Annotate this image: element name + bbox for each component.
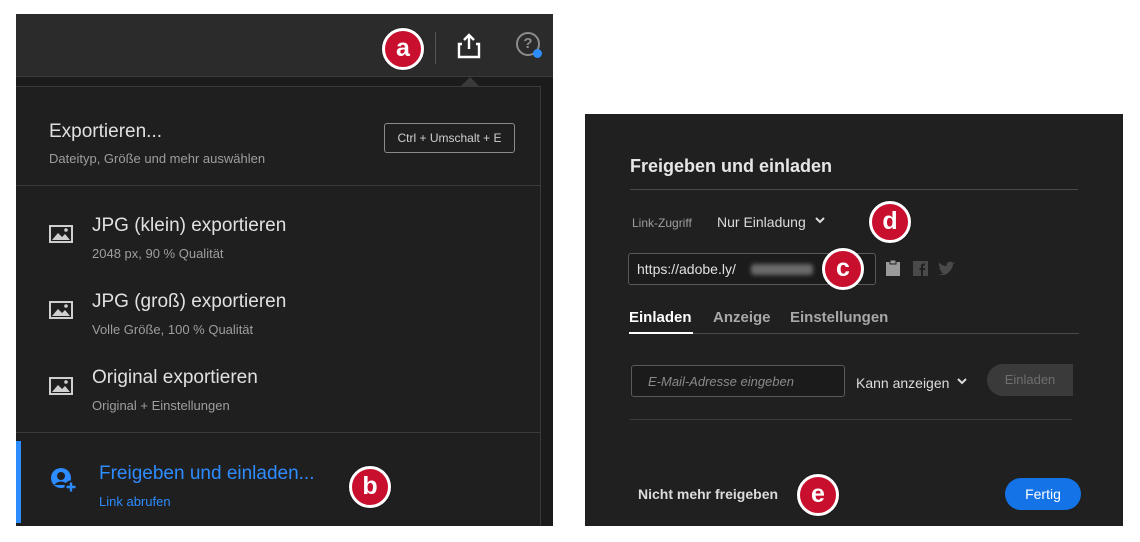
export-item-subtitle: Original + Einstellungen bbox=[92, 398, 230, 413]
stop-sharing-link[interactable]: Nicht mehr freigeben bbox=[638, 486, 778, 502]
share-icon[interactable] bbox=[456, 32, 482, 60]
image-icon bbox=[49, 377, 73, 395]
export-item-subtitle: 2048 px, 90 % Qualität bbox=[92, 246, 224, 261]
export-menu-item[interactable]: Exportieren... Dateityp, Größe und mehr … bbox=[16, 87, 540, 186]
chevron-down-icon[interactable] bbox=[814, 214, 826, 226]
title-divider bbox=[630, 189, 1078, 190]
dialog-title: Freigeben und einladen bbox=[630, 156, 833, 176]
shortcut-badge: Ctrl + Umschalt + E bbox=[384, 123, 515, 153]
tab-settings[interactable]: Einstellungen bbox=[790, 309, 888, 326]
export-share-menu-panel: ? Exportieren... Dateityp, Größe und meh… bbox=[16, 14, 553, 526]
export-original-item[interactable]: Original exportieren Original + Einstell… bbox=[16, 353, 540, 427]
email-placeholder: E-Mail-Adresse eingeben bbox=[648, 374, 794, 389]
export-menu: Exportieren... Dateityp, Größe und mehr … bbox=[16, 86, 541, 526]
section-divider bbox=[630, 419, 1072, 420]
menu-pointer bbox=[461, 77, 479, 86]
image-icon bbox=[49, 301, 73, 319]
twitter-icon[interactable] bbox=[937, 261, 957, 277]
tab-view[interactable]: Anzeige bbox=[713, 309, 771, 326]
done-button[interactable]: Fertig bbox=[1005, 478, 1081, 510]
top-toolbar: ? bbox=[16, 14, 553, 77]
notification-dot bbox=[533, 49, 542, 58]
share-invite-dialog: Freigeben und einladen Link-Zugriff Nur … bbox=[585, 114, 1123, 526]
share-invite-menu-item[interactable]: Freigeben und einladen... Link abrufen bbox=[16, 432, 540, 526]
link-access-dropdown[interactable]: Nur Einladung bbox=[717, 214, 806, 230]
export-subtitle: Dateityp, Größe und mehr auswählen bbox=[49, 151, 266, 166]
facebook-icon[interactable] bbox=[913, 261, 928, 276]
redacted-link-part bbox=[751, 264, 813, 275]
export-title: Exportieren... bbox=[49, 121, 162, 142]
person-add-icon bbox=[51, 468, 78, 494]
permission-dropdown[interactable]: Kann anzeigen bbox=[856, 375, 949, 391]
link-access-label: Link-Zugriff bbox=[632, 216, 692, 230]
callout-marker-b: b bbox=[349, 466, 391, 508]
tab-invite[interactable]: Einladen bbox=[629, 309, 692, 326]
email-input[interactable]: E-Mail-Adresse eingeben bbox=[631, 365, 845, 397]
callout-marker-d: d bbox=[869, 201, 911, 243]
share-title: Freigeben und einladen... bbox=[99, 463, 315, 484]
selection-accent-bar bbox=[16, 441, 21, 523]
callout-marker-a: a bbox=[382, 28, 424, 70]
export-item-title: Original exportieren bbox=[92, 367, 258, 388]
share-subtitle: Link abrufen bbox=[99, 494, 171, 509]
export-jpg-small-item[interactable]: JPG (klein) exportieren 2048 px, 90 % Qu… bbox=[16, 201, 540, 275]
active-tab-indicator bbox=[629, 332, 693, 334]
export-item-title: JPG (klein) exportieren bbox=[92, 215, 287, 236]
invite-button[interactable]: Einladen bbox=[987, 364, 1073, 396]
export-jpg-large-item[interactable]: JPG (groß) exportieren Volle Größe, 100 … bbox=[16, 277, 540, 351]
chevron-down-icon[interactable] bbox=[956, 375, 968, 387]
export-item-subtitle: Volle Größe, 100 % Qualität bbox=[92, 322, 254, 337]
callout-marker-e: e bbox=[797, 474, 839, 516]
toolbar-divider bbox=[435, 32, 436, 64]
export-item-title: JPG (groß) exportieren bbox=[92, 291, 287, 312]
clipboard-icon[interactable] bbox=[885, 259, 901, 277]
image-icon bbox=[49, 225, 73, 243]
tabs-divider bbox=[629, 333, 1079, 334]
callout-marker-c: c bbox=[822, 248, 864, 290]
share-link-text: https://adobe.ly/ bbox=[637, 261, 736, 277]
